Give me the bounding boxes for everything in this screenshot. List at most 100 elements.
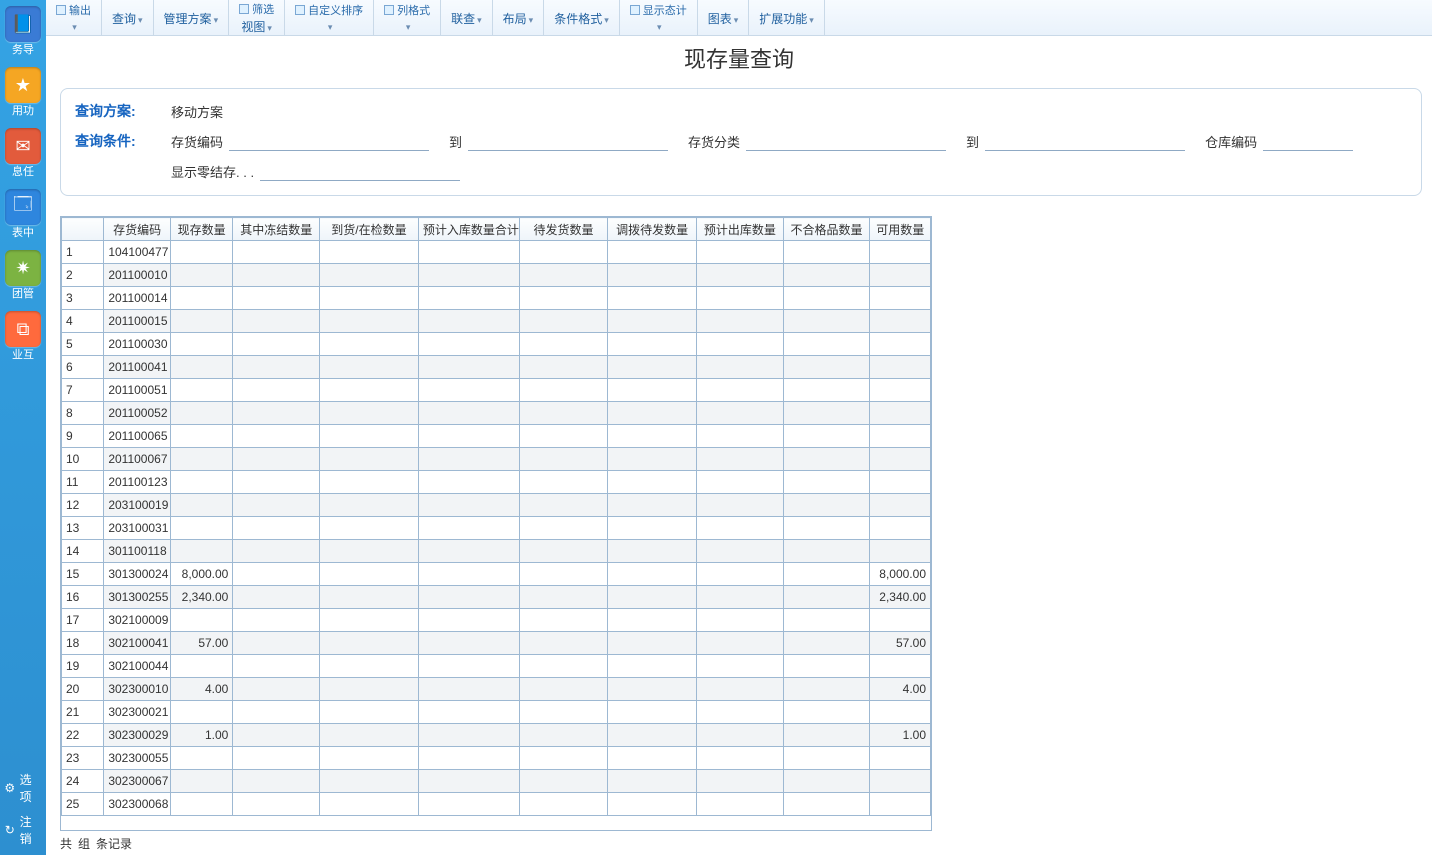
table-row[interactable]: 24302300067 — [62, 770, 931, 793]
cell[interactable] — [519, 540, 608, 563]
cell[interactable] — [608, 425, 697, 448]
cell[interactable] — [519, 793, 608, 816]
cell[interactable] — [418, 540, 519, 563]
cell[interactable]: 57.00 — [870, 632, 931, 655]
cell[interactable] — [608, 793, 697, 816]
cell[interactable]: 4.00 — [870, 678, 931, 701]
sidebar-item-2[interactable]: ✉ 息任 — [1, 128, 45, 179]
cell[interactable] — [519, 264, 608, 287]
cell[interactable] — [320, 241, 419, 264]
cell[interactable] — [870, 310, 931, 333]
cell-code[interactable]: 201100052 — [104, 402, 171, 425]
cell-code[interactable]: 302100041 — [104, 632, 171, 655]
cell[interactable] — [320, 310, 419, 333]
cell[interactable] — [170, 609, 233, 632]
cell[interactable] — [233, 425, 320, 448]
sidebar-bottom-0[interactable]: ⚙选项 — [0, 767, 46, 809]
cell[interactable] — [608, 494, 697, 517]
table-row[interactable]: 25302300068 — [62, 793, 931, 816]
cell-code[interactable]: 201100067 — [104, 448, 171, 471]
cell[interactable] — [783, 540, 870, 563]
cell[interactable] — [519, 494, 608, 517]
cell[interactable] — [697, 678, 784, 701]
cell[interactable] — [519, 747, 608, 770]
cell[interactable] — [608, 701, 697, 724]
cell[interactable] — [783, 517, 870, 540]
cell[interactable] — [519, 310, 608, 333]
cell[interactable] — [783, 655, 870, 678]
cell[interactable] — [697, 264, 784, 287]
cell[interactable] — [519, 471, 608, 494]
ribbon-btn-11[interactable]: 扩展功能 — [749, 0, 825, 35]
cell[interactable] — [418, 287, 519, 310]
cell[interactable]: 1.00 — [170, 724, 233, 747]
cell[interactable] — [519, 517, 608, 540]
cell[interactable] — [418, 448, 519, 471]
stock-cat-to-input[interactable] — [985, 131, 1185, 151]
cell-code[interactable]: 201100051 — [104, 379, 171, 402]
cell[interactable] — [418, 724, 519, 747]
sidebar-item-4[interactable]: ✷ 团管 — [1, 250, 45, 301]
cell[interactable] — [233, 793, 320, 816]
cell[interactable] — [418, 609, 519, 632]
cell[interactable] — [697, 747, 784, 770]
cell[interactable] — [608, 540, 697, 563]
cell[interactable] — [320, 793, 419, 816]
ribbon-btn-0[interactable]: 输出 — [46, 0, 102, 35]
cell[interactable] — [418, 517, 519, 540]
cell[interactable] — [783, 310, 870, 333]
cell[interactable] — [608, 517, 697, 540]
cell[interactable] — [170, 517, 233, 540]
cell[interactable] — [697, 471, 784, 494]
cell[interactable] — [697, 241, 784, 264]
cell[interactable] — [783, 701, 870, 724]
row-number[interactable]: 8 — [62, 402, 104, 425]
cell[interactable] — [170, 287, 233, 310]
cell[interactable] — [870, 770, 931, 793]
cell-code[interactable]: 201100010 — [104, 264, 171, 287]
stock-cat-input[interactable] — [746, 131, 946, 151]
cell[interactable] — [233, 264, 320, 287]
cell[interactable] — [320, 402, 419, 425]
table-row[interactable]: 9201100065 — [62, 425, 931, 448]
sidebar-item-1[interactable]: ★ 用功 — [1, 67, 45, 118]
cell-code[interactable]: 302300021 — [104, 701, 171, 724]
cell[interactable] — [233, 471, 320, 494]
cell[interactable] — [519, 356, 608, 379]
cell[interactable] — [783, 609, 870, 632]
cell[interactable] — [418, 701, 519, 724]
cell[interactable] — [783, 287, 870, 310]
cell[interactable] — [519, 287, 608, 310]
cell[interactable] — [783, 356, 870, 379]
sidebar-item-5[interactable]: ⧉ 业互 — [1, 311, 45, 362]
table-row[interactable]: 2201100010 — [62, 264, 931, 287]
cell[interactable] — [320, 356, 419, 379]
cell[interactable] — [320, 540, 419, 563]
cell[interactable] — [320, 425, 419, 448]
cell[interactable]: 57.00 — [170, 632, 233, 655]
cell[interactable] — [697, 655, 784, 678]
cell[interactable] — [170, 425, 233, 448]
cell[interactable] — [170, 701, 233, 724]
cell[interactable] — [233, 678, 320, 701]
table-row[interactable]: 4201100015 — [62, 310, 931, 333]
cell[interactable] — [320, 494, 419, 517]
cell-code[interactable]: 201100065 — [104, 425, 171, 448]
cell[interactable] — [320, 563, 419, 586]
cell[interactable] — [320, 655, 419, 678]
cell-code[interactable]: 301300024 — [104, 563, 171, 586]
show-zero-input[interactable] — [260, 161, 460, 181]
cell[interactable] — [783, 264, 870, 287]
stock-code-input[interactable] — [229, 131, 429, 151]
cell[interactable] — [783, 563, 870, 586]
cell-code[interactable]: 201100014 — [104, 287, 171, 310]
cell[interactable] — [697, 563, 784, 586]
cell[interactable] — [519, 678, 608, 701]
row-number[interactable]: 22 — [62, 724, 104, 747]
cell[interactable] — [608, 632, 697, 655]
cell[interactable] — [233, 517, 320, 540]
cell-code[interactable]: 302300055 — [104, 747, 171, 770]
ribbon-btn-8[interactable]: 条件格式 — [544, 0, 620, 35]
cell[interactable] — [608, 471, 697, 494]
cell[interactable] — [320, 747, 419, 770]
